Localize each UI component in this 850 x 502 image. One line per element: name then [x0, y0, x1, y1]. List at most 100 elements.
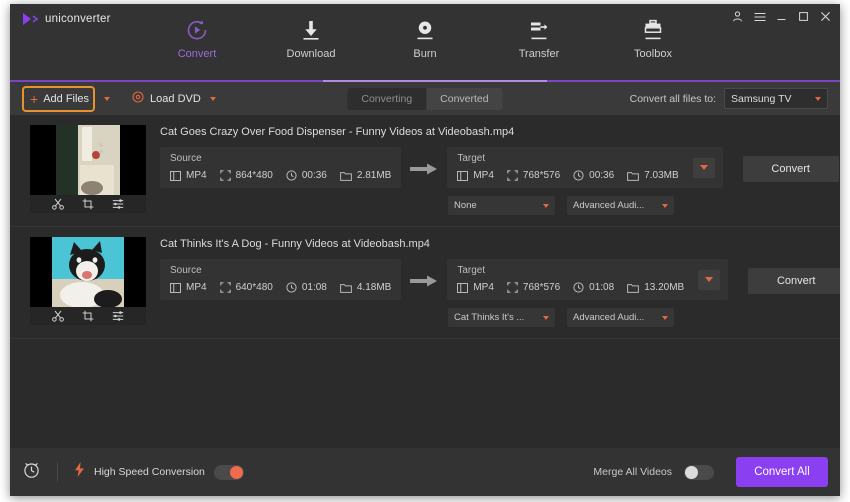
target-label: Target	[457, 153, 486, 164]
nav-label-toolbox: Toolbox	[634, 48, 672, 60]
load-dvd-button[interactable]: Load DVD	[132, 90, 201, 108]
nav-label-convert: Convert	[177, 48, 217, 60]
crop-icon[interactable]	[82, 310, 94, 322]
target-size-value: 13.20MB	[644, 282, 685, 293]
file-details: Cat Goes Crazy Over Food Dispenser - Fun…	[146, 125, 839, 215]
subtitle-select-value: Cat Thinks It's ...	[454, 312, 525, 323]
target-info-box: Target MP4	[447, 259, 729, 300]
target-resolution-value: 768*576	[522, 282, 561, 293]
high-speed-conversion-label: High Speed Conversion	[94, 466, 205, 478]
video-thumbnail[interactable]	[30, 237, 146, 325]
convert-all-button[interactable]: Convert All	[736, 457, 828, 487]
trim-scissors-icon[interactable]	[52, 198, 64, 210]
merge-all-videos-toggle[interactable]	[684, 464, 714, 480]
clock-icon	[573, 170, 584, 181]
lightning-bolt-icon	[74, 462, 85, 482]
chevron-down-icon	[543, 315, 549, 320]
source-format-stat: MP4	[170, 282, 207, 293]
table-row[interactable]: Cat Goes Crazy Over Food Dispenser - Fun…	[10, 115, 840, 227]
resolution-icon	[507, 170, 518, 181]
transfer-icon	[527, 18, 551, 42]
thumbnail-image	[30, 125, 146, 195]
thumbnail-tools	[30, 195, 146, 213]
nav-label-burn: Burn	[413, 48, 437, 60]
source-info-box: Source MP4	[160, 259, 402, 300]
folder-icon	[339, 283, 352, 293]
target-format-value: MP4	[473, 282, 494, 293]
alarm-clock-icon[interactable]	[22, 460, 41, 484]
thumbnail-tools	[30, 307, 146, 325]
source-resolution-value: 864*480	[235, 170, 273, 181]
table-row[interactable]: Cat Thinks It's A Dog - Funny Videos at …	[10, 227, 840, 339]
source-info-box: Source MP4	[160, 147, 402, 188]
audio-select[interactable]: Advanced Audi...	[567, 308, 674, 327]
folder-icon	[339, 171, 352, 181]
merge-all-videos-label: Merge All Videos	[593, 466, 672, 478]
convert-button-label: Convert	[771, 162, 810, 175]
source-label: Source	[170, 153, 202, 164]
load-dvd-dropdown-caret-icon[interactable]	[209, 96, 216, 101]
nav-item-convert[interactable]: Convert	[159, 18, 235, 60]
subtitle-select[interactable]: Cat Thinks It's ...	[448, 308, 555, 327]
conversion-arrow-icon	[401, 274, 447, 288]
source-size-stat: 2.81MB	[339, 170, 392, 181]
chevron-down-icon	[705, 277, 714, 282]
chevron-down-icon	[662, 203, 668, 208]
convert-play-icon	[185, 18, 209, 42]
chevron-down-icon	[815, 96, 821, 101]
clock-icon	[286, 282, 297, 293]
nav-item-burn[interactable]: Burn	[387, 18, 463, 60]
source-size-stat: 4.18MB	[339, 282, 391, 293]
source-label: Source	[170, 265, 202, 276]
conversion-arrow-icon	[401, 162, 447, 176]
main-navigation: Convert Download Burn Transfer Toolbox	[10, 18, 840, 60]
status-tabs: Converting Converted	[347, 87, 503, 110]
add-files-button[interactable]: + Add Files	[22, 85, 96, 112]
toggle-knob	[685, 465, 698, 479]
source-duration-value: 00:36	[301, 170, 327, 181]
subtitle-select-value: None	[454, 200, 477, 211]
target-resolution-value: 768*576	[522, 170, 561, 181]
file-list: Cat Goes Crazy Over Food Dispenser - Fun…	[10, 115, 840, 447]
source-size-value: 2.81MB	[356, 170, 392, 181]
file-options-row: Cat Thinks It's ... Advanced Audi...	[448, 308, 840, 327]
source-resolution-stat: 640*480	[219, 282, 273, 293]
source-stats: MP4 864*480 00:36 2.81MB	[170, 170, 391, 181]
nav-item-toolbox[interactable]: Toolbox	[615, 18, 691, 60]
high-speed-conversion-toggle[interactable]	[213, 464, 244, 480]
convert-all-files-to-label: Convert all files to:	[629, 92, 716, 105]
target-info-box: Target MP4	[447, 147, 723, 188]
target-size-stat: 13.20MB	[627, 282, 684, 293]
source-duration-stat: 01:08	[286, 282, 327, 293]
chevron-down-icon	[699, 165, 708, 170]
subtitle-select[interactable]: None	[448, 196, 555, 215]
effect-sliders-icon[interactable]	[112, 198, 124, 210]
convert-button[interactable]: Convert	[742, 155, 839, 182]
nav-item-download[interactable]: Download	[273, 18, 349, 60]
target-format-dropdown-button[interactable]	[692, 157, 715, 178]
video-thumbnail[interactable]	[30, 125, 146, 213]
audio-select-value: Advanced Audi...	[573, 200, 645, 211]
target-duration-stat: 01:08	[573, 282, 614, 293]
file-conversion-row: Source MP4	[160, 259, 840, 300]
source-format-stat: MP4	[170, 170, 207, 181]
target-format-dropdown-button[interactable]	[698, 269, 721, 290]
convert-button[interactable]: Convert	[748, 267, 840, 294]
source-resolution-value: 640*480	[235, 282, 273, 293]
target-stats: MP4 768*576	[457, 282, 684, 293]
application-window: uniconverter Convert Download Burn Trans…	[10, 4, 840, 496]
audio-select[interactable]: Advanced Audi...	[567, 196, 674, 215]
chevron-down-icon	[662, 315, 668, 320]
effect-sliders-icon[interactable]	[112, 310, 124, 322]
tab-converted[interactable]: Converted	[426, 88, 502, 110]
target-duration-value: 01:08	[589, 282, 615, 293]
crop-icon[interactable]	[82, 198, 94, 210]
nav-item-transfer[interactable]: Transfer	[501, 18, 577, 60]
load-dvd-label: Load DVD	[150, 92, 201, 105]
trim-scissors-icon[interactable]	[52, 310, 64, 322]
add-files-dropdown-caret-icon[interactable]	[104, 96, 111, 101]
clock-icon	[286, 170, 297, 181]
tab-converting[interactable]: Converting	[347, 87, 427, 110]
target-resolution-stat: 768*576	[507, 282, 560, 293]
convert-all-format-select[interactable]: Samsung TV	[724, 88, 828, 109]
